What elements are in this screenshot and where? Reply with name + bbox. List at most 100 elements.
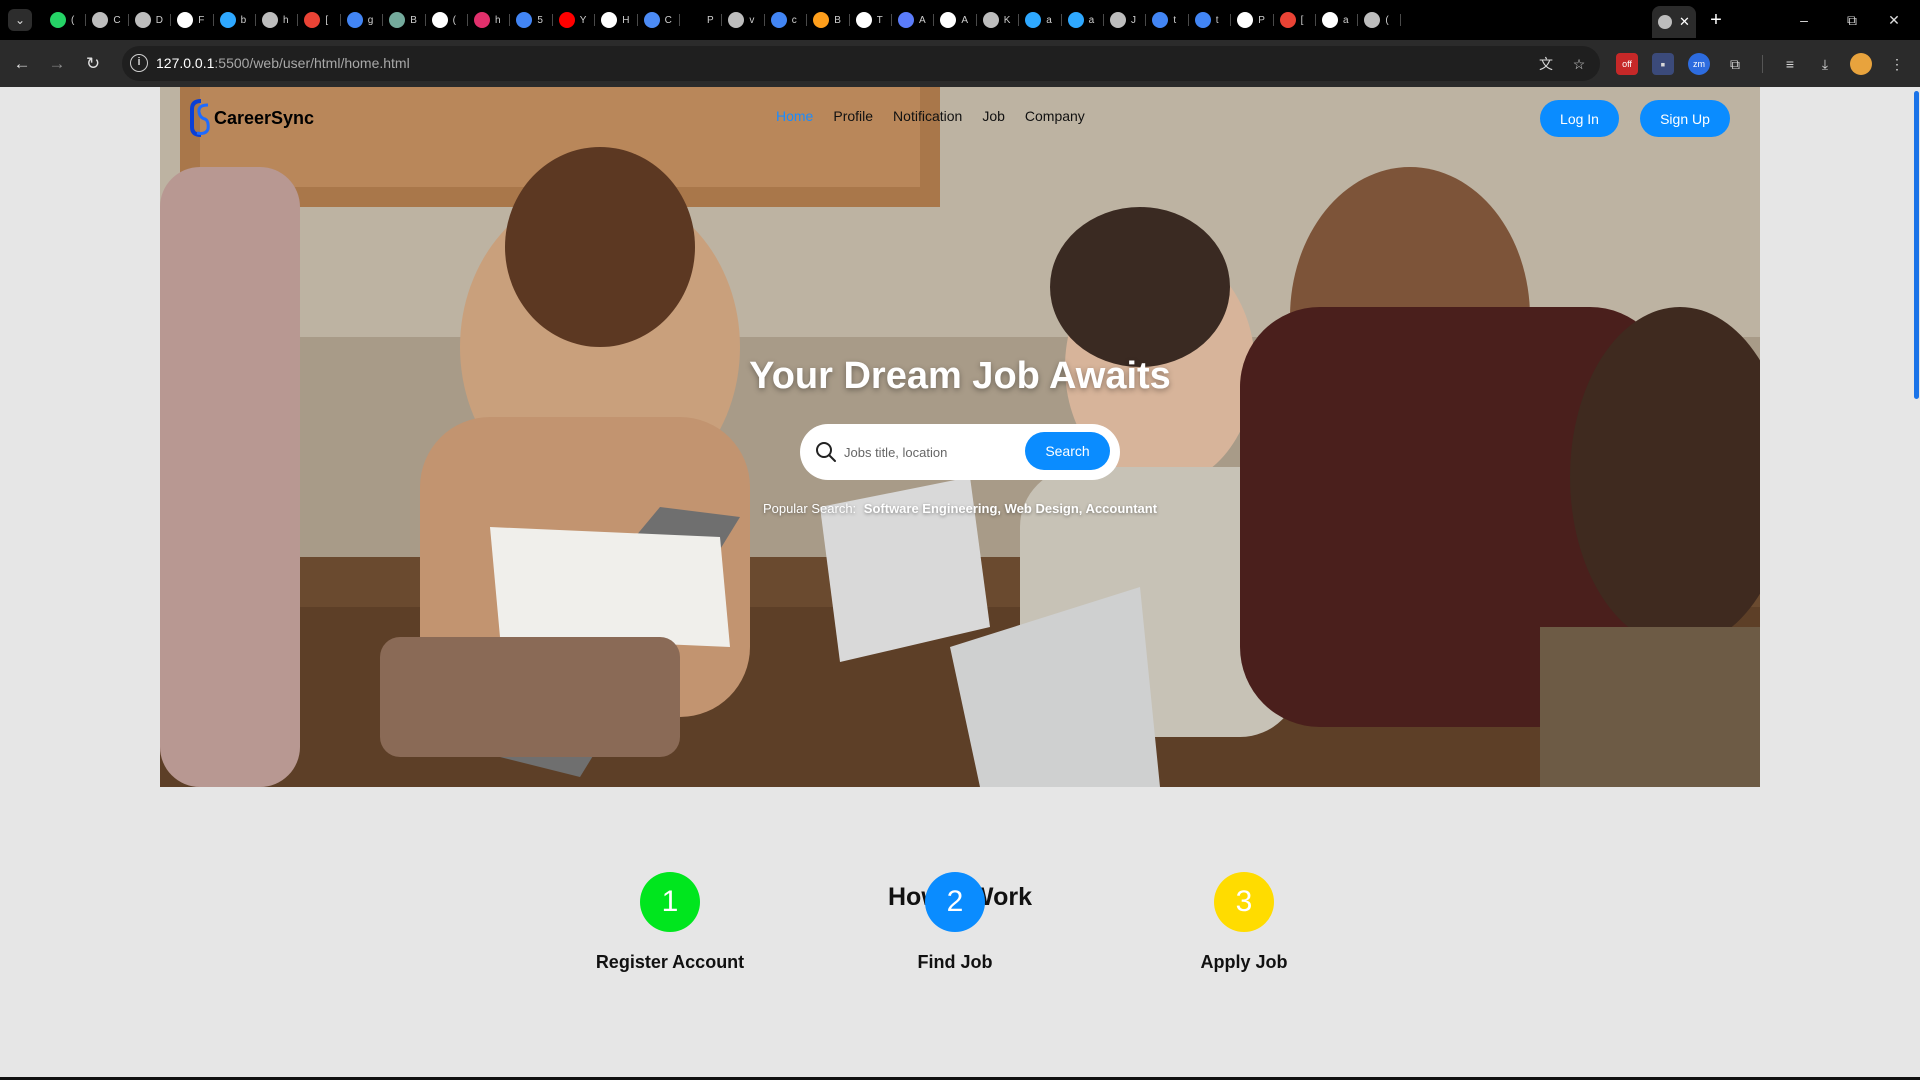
- browser-tab[interactable]: 5: [510, 8, 556, 32]
- browser-tab[interactable]: t: [1189, 8, 1235, 32]
- browser-tab[interactable]: h: [256, 8, 302, 32]
- scrollbar-thumb[interactable]: [1914, 91, 1919, 399]
- url-text[interactable]: 127.0.0.1:5500/web/user/html/home.html: [156, 55, 410, 71]
- signup-button[interactable]: Sign Up: [1640, 100, 1730, 137]
- profile-avatar[interactable]: [1850, 53, 1872, 75]
- browser-tab[interactable]: Y: [553, 8, 599, 32]
- restore-button[interactable]: ⧉: [1832, 8, 1872, 32]
- browser-tab[interactable]: H: [595, 8, 641, 32]
- step-find-job: 2 Find Job: [855, 872, 1055, 973]
- close-window-button[interactable]: ✕: [1874, 8, 1914, 32]
- browser-tab[interactable]: T: [850, 8, 896, 32]
- tab-label: v: [749, 14, 755, 26]
- browser-tab[interactable]: P: [1231, 8, 1277, 32]
- browser-tab[interactable]: A: [892, 8, 938, 32]
- tab-label: t: [1215, 14, 1219, 26]
- browser-tab[interactable]: (: [44, 8, 90, 32]
- browser-tab[interactable]: B: [807, 8, 853, 32]
- browser-tab[interactable]: a: [1019, 8, 1065, 32]
- tab-label: 5: [537, 14, 543, 26]
- translate-icon[interactable]: 文: [1537, 55, 1555, 73]
- tab-label: a: [1343, 14, 1349, 26]
- globe-icon: [134, 12, 151, 28]
- reload-icon[interactable]: ↻: [80, 51, 106, 77]
- browser-menu-icon[interactable]: ⋮: [1886, 53, 1908, 75]
- browser-tab[interactable]: F: [171, 8, 217, 32]
- tab-label: a: [1046, 14, 1052, 26]
- browser-tab[interactable]: a: [1062, 8, 1108, 32]
- google-icon: [1152, 12, 1169, 28]
- browser-tab[interactable]: [: [1274, 8, 1320, 32]
- job-search-box: Search: [800, 424, 1120, 480]
- step-label: Apply Job: [1200, 952, 1288, 972]
- browser-tab[interactable]: t: [1146, 8, 1192, 32]
- tab-search-chevron-icon[interactable]: ⌄: [8, 9, 32, 31]
- tab-label: b: [240, 14, 247, 26]
- browser-tab[interactable]: g: [341, 8, 387, 32]
- browser-tab[interactable]: a: [1316, 8, 1362, 32]
- new-tab-button[interactable]: +: [1704, 8, 1728, 32]
- search-button[interactable]: Search: [1025, 432, 1110, 470]
- browser-tab[interactable]: v: [722, 8, 768, 32]
- browser-tab[interactable]: A: [934, 8, 980, 32]
- google-icon: [346, 12, 363, 28]
- globe-icon: [262, 12, 278, 28]
- address-bar[interactable]: i 127.0.0.1:5500/web/user/html/home.html…: [122, 46, 1600, 81]
- extension-zm-icon[interactable]: zm: [1688, 53, 1710, 75]
- popular-search-label: Popular Search:: [762, 501, 857, 516]
- forward-arrow-icon[interactable]: →: [44, 51, 70, 77]
- tab-label: [: [325, 14, 329, 26]
- search-icon: [816, 442, 836, 462]
- browser-tab[interactable]: K: [977, 8, 1023, 32]
- nav-home[interactable]: Home: [776, 108, 813, 124]
- nav-profile[interactable]: Profile: [833, 108, 873, 124]
- active-tab[interactable]: ✕: [1652, 6, 1696, 38]
- chatgpt-icon: [389, 12, 406, 28]
- minimize-button[interactable]: –: [1784, 8, 1824, 32]
- tab-label: h: [283, 14, 289, 26]
- tab-label: F: [198, 14, 205, 26]
- main-nav: Home Profile Notification Job Company: [776, 108, 1085, 124]
- browser-tab[interactable]: P: [680, 8, 726, 32]
- back-arrow-icon[interactable]: ←: [9, 51, 35, 77]
- extension-profile-icon[interactable]: ▪: [1652, 53, 1674, 75]
- browser-tab[interactable]: (: [1358, 8, 1404, 32]
- download-icon[interactable]: ⤓: [1814, 53, 1836, 75]
- browser-tab[interactable]: B: [383, 8, 429, 32]
- youtube-icon: [558, 12, 575, 28]
- tab-label: (: [452, 14, 456, 26]
- download-icon: [601, 12, 618, 28]
- browser-tab[interactable]: (: [426, 8, 472, 32]
- browser-tab[interactable]: J: [1104, 8, 1150, 32]
- reading-list-icon[interactable]: ≡: [1779, 53, 1801, 75]
- tab-label: P: [1258, 14, 1265, 26]
- extension-off-icon[interactable]: off: [1616, 53, 1638, 75]
- brand[interactable]: CareerSync: [188, 97, 314, 139]
- browser-tab[interactable]: c: [765, 8, 811, 32]
- browser-tab[interactable]: D: [129, 8, 175, 32]
- popular-search-items[interactable]: Software Engineering, Web Design, Accoun…: [864, 501, 1157, 516]
- nav-notification[interactable]: Notification: [893, 108, 962, 124]
- nav-company[interactable]: Company: [1025, 108, 1085, 124]
- extensions-puzzle-icon[interactable]: ⧉: [1724, 53, 1746, 75]
- browser-tab[interactable]: C: [638, 8, 684, 32]
- browser-tab[interactable]: b: [214, 8, 260, 32]
- job-search-input[interactable]: [844, 438, 1024, 466]
- page-scrollbar[interactable]: [1912, 87, 1920, 1077]
- login-button[interactable]: Log In: [1540, 100, 1619, 137]
- browser-tab[interactable]: [: [298, 8, 344, 32]
- blank-icon: [686, 12, 702, 28]
- browser-tab[interactable]: C: [86, 8, 132, 32]
- close-tab-icon[interactable]: ✕: [1679, 14, 1690, 30]
- url-path: :5500/web/user/html/home.html: [214, 55, 410, 71]
- step-number-badge: 2: [925, 872, 985, 932]
- tab-label: t: [1173, 14, 1177, 26]
- tab-label: B: [834, 14, 841, 26]
- tab-label: C: [113, 14, 121, 26]
- globe-icon: [982, 12, 999, 28]
- browser-tab[interactable]: h: [468, 8, 514, 32]
- nav-job[interactable]: Job: [982, 108, 1005, 124]
- site-info-icon[interactable]: i: [130, 54, 148, 72]
- hero-title: Your Dream Job Awaits: [749, 355, 1171, 397]
- bookmark-star-icon[interactable]: ☆: [1570, 55, 1588, 73]
